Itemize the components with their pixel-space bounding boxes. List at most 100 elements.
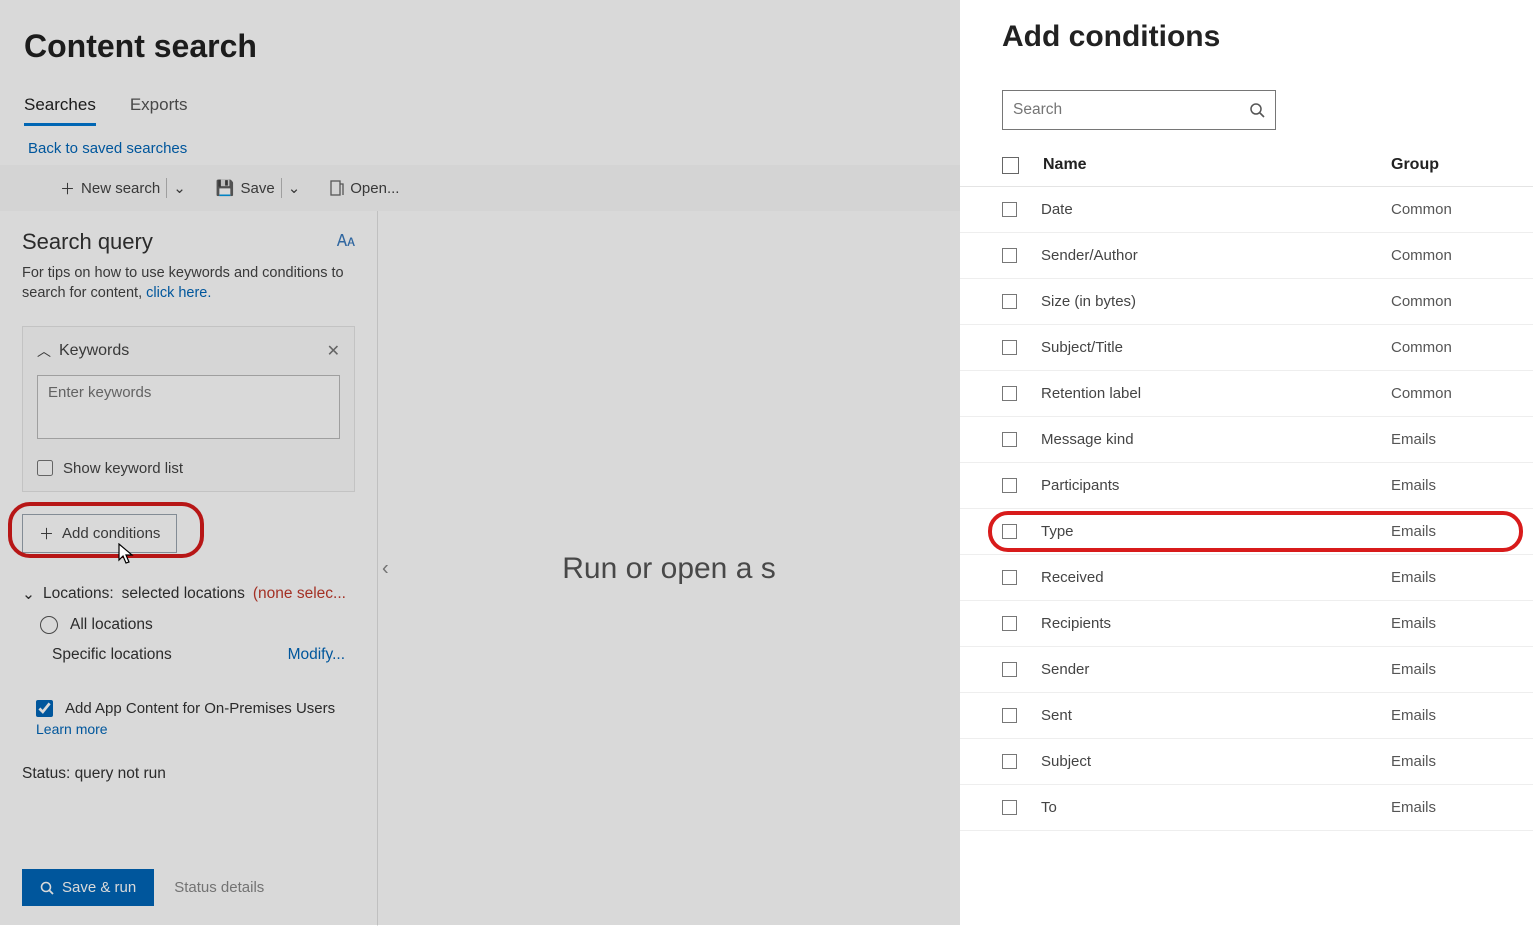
condition-checkbox[interactable]: [1002, 524, 1017, 539]
tab-searches[interactable]: Searches: [24, 95, 96, 126]
main-content: Content search Searches Exports Back to …: [0, 0, 960, 925]
chevron-up-icon[interactable]: ︿: [37, 341, 51, 361]
keywords-input[interactable]: [37, 375, 340, 439]
search-query-pane: Search query 🗛 For tips on how to use ke…: [0, 211, 378, 926]
condition-name: Sent: [1041, 707, 1391, 724]
condition-group: Emails: [1391, 477, 1491, 494]
learn-more-link[interactable]: Learn more: [36, 721, 355, 737]
status-prefix: Status:: [22, 765, 70, 782]
condition-name: Recipients: [1041, 615, 1391, 632]
condition-row[interactable]: Subject/TitleCommon: [960, 325, 1533, 371]
page-title: Content search: [0, 0, 960, 65]
collapse-pane-icon[interactable]: ‹: [382, 557, 389, 580]
language-icon[interactable]: 🗛: [337, 233, 355, 251]
add-conditions-label: Add conditions: [62, 525, 160, 542]
app-content-input[interactable]: [36, 700, 53, 717]
new-search-label: New search: [81, 180, 160, 197]
condition-row[interactable]: Sender/AuthorCommon: [960, 233, 1533, 279]
search-query-title: Search query: [22, 229, 153, 255]
tab-exports[interactable]: Exports: [130, 95, 188, 126]
bottom-buttons: Save & run Status details: [22, 869, 264, 906]
radio-unselected-icon[interactable]: [40, 616, 58, 634]
condition-group: Common: [1391, 201, 1491, 218]
status-details-button[interactable]: Status details: [174, 879, 264, 896]
close-icon[interactable]: ✕: [327, 341, 340, 361]
back-to-saved-searches-link[interactable]: Back to saved searches: [0, 126, 960, 157]
app-content-label: Add App Content for On-Premises Users: [65, 700, 335, 717]
condition-row[interactable]: Size (in bytes)Common: [960, 279, 1533, 325]
condition-row[interactable]: ToEmails: [960, 785, 1533, 831]
condition-checkbox[interactable]: [1002, 432, 1017, 447]
add-conditions-button[interactable]: ＋ Add conditions: [22, 514, 177, 553]
chevron-down-icon[interactable]: ⌄: [288, 179, 301, 197]
condition-checkbox[interactable]: [1002, 708, 1017, 723]
condition-name: Message kind: [1041, 431, 1391, 448]
tabs: Searches Exports: [0, 65, 960, 126]
divider: [281, 178, 282, 198]
new-search-button[interactable]: ＋ New search ⌄: [60, 178, 186, 199]
conditions-search-input[interactable]: [1013, 101, 1249, 119]
chevron-down-icon[interactable]: ⌄: [173, 179, 186, 197]
condition-group: Common: [1391, 385, 1491, 402]
condition-row[interactable]: DateCommon: [960, 187, 1533, 233]
condition-checkbox[interactable]: [1002, 386, 1017, 401]
condition-row[interactable]: SubjectEmails: [960, 739, 1533, 785]
condition-checkbox[interactable]: [1002, 340, 1017, 355]
locations-header[interactable]: ⌄ Locations: selected locations (none se…: [22, 585, 355, 604]
condition-row[interactable]: ParticipantsEmails: [960, 463, 1533, 509]
condition-name: To: [1041, 799, 1391, 816]
condition-checkbox[interactable]: [1002, 800, 1017, 815]
condition-name: Sender: [1041, 661, 1391, 678]
keywords-label: Keywords: [59, 342, 129, 360]
open-button[interactable]: Open...: [330, 180, 399, 197]
condition-row[interactable]: Message kindEmails: [960, 417, 1533, 463]
condition-name: Type: [1041, 523, 1391, 540]
specific-locations-option[interactable]: Specific locations Modify...: [40, 646, 355, 664]
condition-checkbox[interactable]: [1002, 248, 1017, 263]
save-and-run-button[interactable]: Save & run: [22, 869, 154, 906]
condition-name: Retention label: [1041, 385, 1391, 402]
condition-row[interactable]: SenderEmails: [960, 647, 1533, 693]
condition-name: Sender/Author: [1041, 247, 1391, 264]
modify-link[interactable]: Modify...: [288, 646, 355, 664]
locations-none: (none selec...: [253, 585, 346, 603]
condition-checkbox[interactable]: [1002, 570, 1017, 585]
condition-checkbox[interactable]: [1002, 662, 1017, 677]
condition-row[interactable]: ReceivedEmails: [960, 555, 1533, 601]
condition-name: Received: [1041, 569, 1391, 586]
search-icon[interactable]: [1249, 102, 1265, 118]
condition-row[interactable]: SentEmails: [960, 693, 1533, 739]
body-split: Search query 🗛 For tips on how to use ke…: [0, 211, 960, 926]
condition-checkbox[interactable]: [1002, 294, 1017, 309]
conditions-search-box[interactable]: [1002, 90, 1276, 130]
select-all-checkbox[interactable]: [1002, 157, 1019, 174]
condition-group: Emails: [1391, 707, 1491, 724]
locations-selected: selected locations: [122, 585, 245, 603]
divider: [166, 178, 167, 198]
condition-checkbox[interactable]: [1002, 616, 1017, 631]
condition-row[interactable]: Retention labelCommon: [960, 371, 1533, 417]
show-keyword-list-input[interactable]: [37, 460, 53, 476]
panel-title: Add conditions: [960, 0, 1533, 54]
condition-row[interactable]: RecipientsEmails: [960, 601, 1533, 647]
search-query-title-row: Search query 🗛: [22, 229, 355, 255]
condition-checkbox[interactable]: [1002, 478, 1017, 493]
condition-group: Emails: [1391, 753, 1491, 770]
save-icon: 💾: [216, 179, 235, 197]
condition-name: Participants: [1041, 477, 1391, 494]
condition-row[interactable]: TypeEmails: [960, 509, 1533, 555]
condition-name: Subject: [1041, 753, 1391, 770]
condition-group: Emails: [1391, 661, 1491, 678]
condition-group: Common: [1391, 247, 1491, 264]
click-here-link[interactable]: click here.: [146, 285, 211, 301]
condition-name: Size (in bytes): [1041, 293, 1391, 310]
save-and-run-label: Save & run: [62, 879, 136, 896]
condition-checkbox[interactable]: [1002, 202, 1017, 217]
condition-checkbox[interactable]: [1002, 754, 1017, 769]
show-keyword-list-checkbox[interactable]: Show keyword list: [37, 460, 340, 477]
save-button[interactable]: 💾 Save ⌄: [216, 178, 300, 198]
app-content-checkbox[interactable]: Add App Content for On-Premises Users: [36, 700, 355, 717]
search-icon: [40, 881, 54, 895]
keywords-header: ︿ Keywords ✕: [37, 341, 340, 361]
all-locations-option[interactable]: All locations: [40, 616, 355, 634]
